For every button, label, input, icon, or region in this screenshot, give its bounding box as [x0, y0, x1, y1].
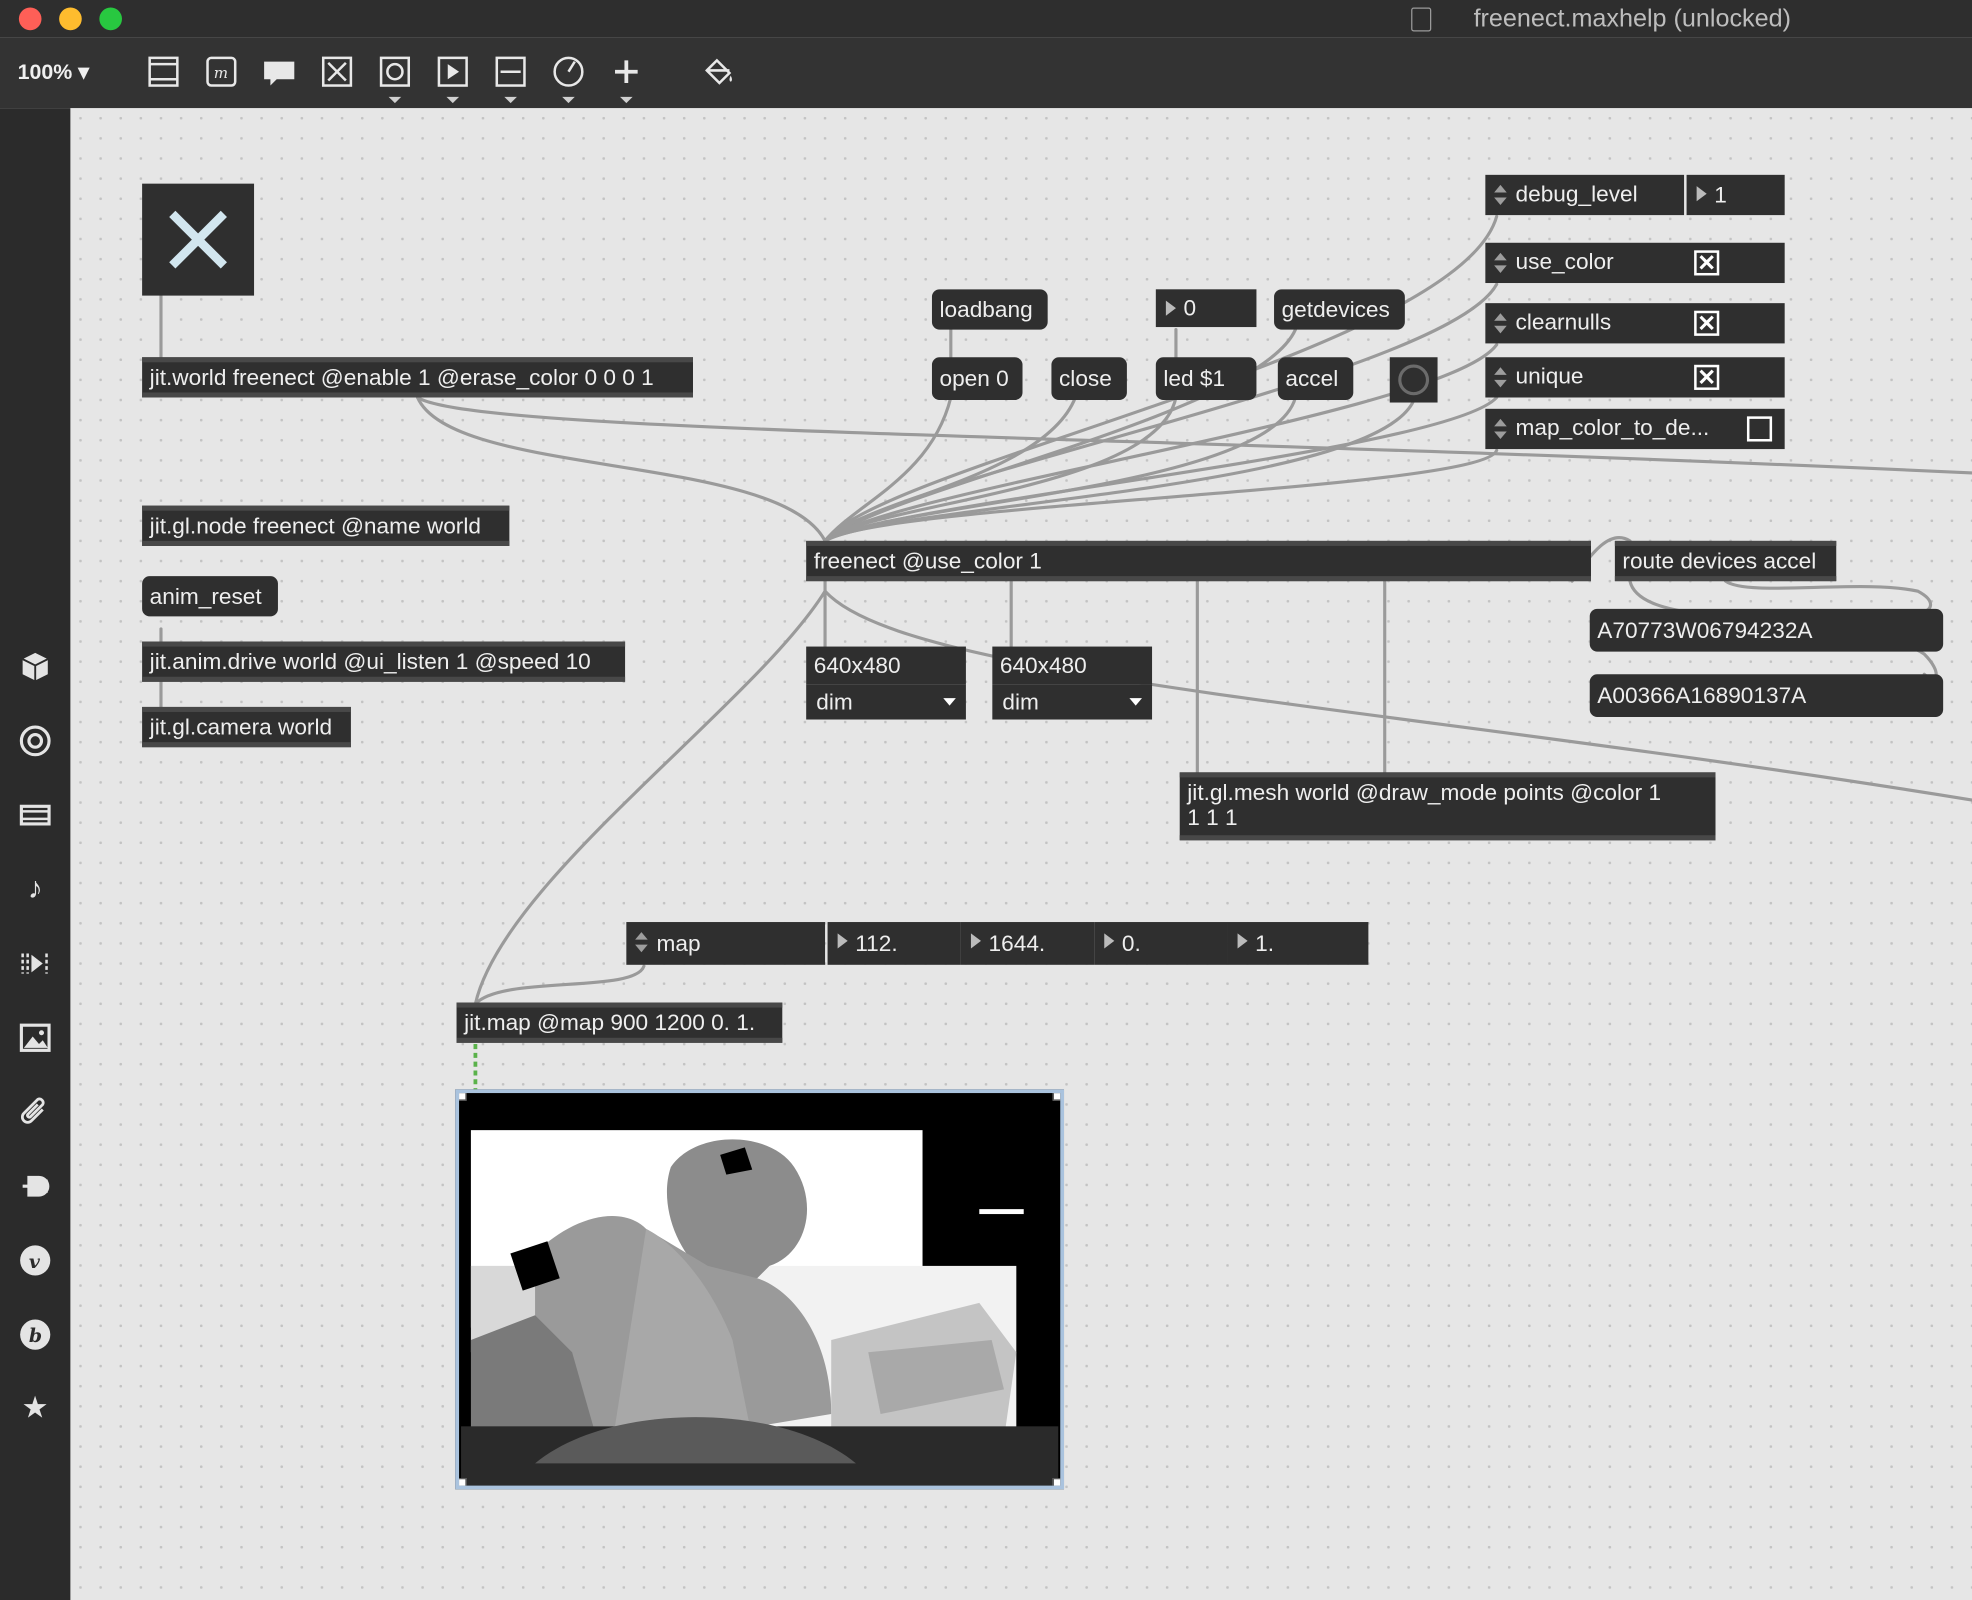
- toggle-enable[interactable]: [142, 183, 255, 296]
- dim-menu-1-label: dim: [816, 689, 853, 715]
- playbar-icon[interactable]: [434, 53, 472, 104]
- map-color-to-depth-checkbox[interactable]: [1746, 416, 1773, 442]
- paperclip-icon[interactable]: [18, 1094, 53, 1129]
- comment-icon[interactable]: [260, 53, 298, 93]
- jit-world-object[interactable]: jit.world freenect @enable 1 @erase_colo…: [142, 357, 693, 398]
- dropdown-arrow-icon: [1129, 698, 1142, 706]
- loadbang-object[interactable]: loadbang: [931, 289, 1048, 330]
- close-message[interactable]: close: [1051, 357, 1127, 401]
- film-icon[interactable]: [18, 798, 53, 833]
- clearnulls-attrui[interactable]: clearnulls ✕: [1485, 303, 1785, 344]
- object-box-icon[interactable]: [145, 53, 183, 93]
- device-message-1[interactable]: A70773W06794232A: [1589, 608, 1944, 652]
- document-icon: [1411, 7, 1432, 32]
- freenect-object[interactable]: freenect @use_color 1: [806, 540, 1591, 582]
- dim-menu-2-label: dim: [1002, 689, 1039, 715]
- vimeo-icon[interactable]: v: [18, 1243, 53, 1278]
- accel-message[interactable]: accel: [1277, 357, 1354, 401]
- target-icon[interactable]: [18, 723, 53, 758]
- resize-handle-bottom-left[interactable]: [459, 1478, 467, 1486]
- unique-checkbox[interactable]: ✕: [1694, 364, 1720, 390]
- cube-icon[interactable]: [18, 649, 53, 684]
- unique-attrui[interactable]: unique ✕: [1485, 357, 1785, 398]
- dim-readout-1: 640x480: [806, 646, 966, 685]
- use-color-checkbox[interactable]: ✕: [1694, 250, 1720, 276]
- star-icon[interactable]: ★: [18, 1391, 53, 1426]
- svg-text:v: v: [29, 1251, 41, 1273]
- map-color-to-depth-label: map_color_to_de...: [1515, 415, 1710, 441]
- map-number-1[interactable]: 112.: [827, 922, 961, 965]
- bandcamp-icon[interactable]: b: [18, 1317, 53, 1352]
- jit-anim-drive-object[interactable]: jit.anim.drive world @ui_listen 1 @speed…: [142, 641, 626, 682]
- window-titlebar: freenect.maxhelp (unlocked): [0, 0, 1972, 38]
- map-color-to-depth-attrui[interactable]: map_color_to_de...: [1485, 408, 1785, 450]
- resize-handle-top-left[interactable]: [459, 1093, 467, 1101]
- depth-preview-window[interactable]: [455, 1089, 1065, 1490]
- image-icon[interactable]: [18, 1020, 53, 1055]
- jit-gl-mesh-line-2: 1 1 1: [1187, 805, 1238, 831]
- resize-handle-top-right[interactable]: [1052, 1093, 1061, 1101]
- jit-gl-mesh-line-1: jit.gl.mesh world @draw_mode points @col…: [1187, 779, 1662, 806]
- led-number-box[interactable]: 0: [1155, 289, 1257, 328]
- slider-icon[interactable]: [492, 53, 530, 104]
- button-icon[interactable]: [376, 53, 414, 104]
- map-number-2[interactable]: 1644.: [960, 922, 1095, 965]
- toggle-icon[interactable]: [318, 53, 356, 93]
- message-box-icon[interactable]: m: [202, 53, 240, 93]
- map-number-3[interactable]: 0.: [1094, 922, 1228, 965]
- resize-handle-bottom-right[interactable]: [1052, 1478, 1061, 1486]
- route-object[interactable]: route devices accel: [1614, 540, 1837, 582]
- add-object-icon[interactable]: [607, 53, 645, 104]
- plug-icon[interactable]: [18, 1169, 53, 1204]
- dim-menu-1[interactable]: dim: [806, 684, 966, 720]
- patcher-toolbar: 100% ▾ m: [0, 37, 1972, 109]
- open-message[interactable]: open 0: [931, 357, 1023, 401]
- device-message-2[interactable]: A00366A16890137A: [1589, 674, 1944, 718]
- jit-gl-node-object[interactable]: jit.gl.node freenect @name world: [142, 505, 510, 546]
- zoom-menu[interactable]: 100% ▾: [18, 60, 89, 85]
- paint-bucket-icon[interactable]: [699, 53, 737, 93]
- led-message[interactable]: led $1: [1155, 357, 1257, 401]
- map-label: map: [656, 930, 701, 957]
- dim-readout-2: 640x480: [992, 646, 1153, 685]
- debug-level-attrui[interactable]: debug_level: [1485, 174, 1685, 216]
- svg-text:m: m: [214, 64, 228, 82]
- map-attrui[interactable]: map: [626, 922, 826, 965]
- left-sidebar: ♪ v b ★: [0, 108, 71, 1600]
- dial-icon[interactable]: [550, 53, 588, 104]
- toggle-x-icon: [169, 210, 227, 269]
- map-number-4[interactable]: 1.: [1227, 922, 1369, 965]
- depth-image: [461, 1093, 1059, 1486]
- bang-button[interactable]: [1389, 357, 1438, 403]
- clearnulls-checkbox[interactable]: ✕: [1694, 310, 1720, 336]
- dim-menu-2[interactable]: dim: [992, 684, 1153, 720]
- use-color-attrui[interactable]: use_color ✕: [1485, 242, 1785, 284]
- jit-gl-camera-object[interactable]: jit.gl.camera world: [142, 706, 351, 748]
- use-color-label: use_color: [1515, 249, 1614, 275]
- getdevices-message[interactable]: getdevices: [1274, 289, 1405, 330]
- window-title: freenect.maxhelp (unlocked): [1473, 5, 1791, 33]
- music-note-icon[interactable]: ♪: [18, 872, 53, 907]
- jit-map-object[interactable]: jit.map @map 900 1200 0. 1.: [456, 1002, 783, 1043]
- close-window-button[interactable]: [18, 7, 42, 31]
- bang-circle-icon: [1398, 364, 1430, 396]
- clearnulls-label: clearnulls: [1515, 309, 1612, 335]
- media-step-icon[interactable]: [18, 946, 53, 981]
- anim-reset-message[interactable]: anim_reset: [142, 576, 278, 617]
- zoom-window-button[interactable]: [99, 7, 122, 31]
- dropdown-arrow-icon: [943, 698, 956, 706]
- debug-level-label: debug_level: [1515, 181, 1638, 207]
- unique-label: unique: [1515, 363, 1584, 389]
- minimize-window-button[interactable]: [59, 7, 82, 31]
- debug-level-number[interactable]: 1: [1686, 174, 1785, 216]
- jit-gl-mesh-object[interactable]: jit.gl.mesh world @draw_mode points @col…: [1179, 772, 1716, 841]
- svg-text:b: b: [29, 1325, 42, 1347]
